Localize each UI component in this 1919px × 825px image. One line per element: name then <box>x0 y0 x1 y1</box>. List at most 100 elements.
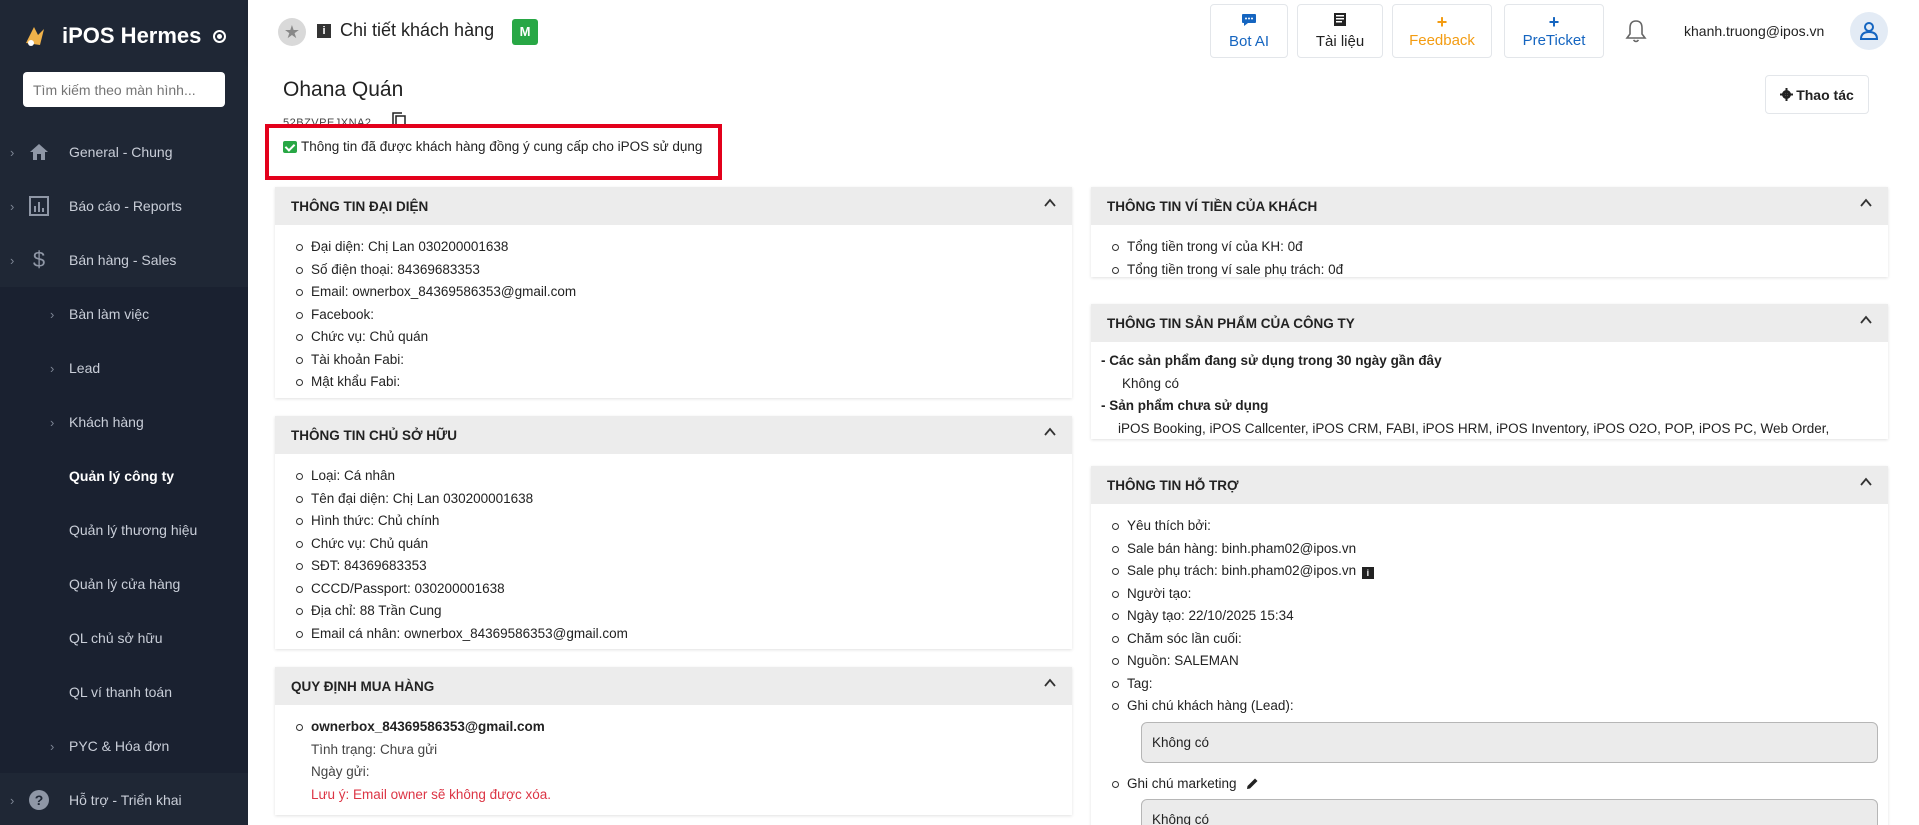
feedback-button[interactable]: + Feedback <box>1392 4 1492 58</box>
sidebar-item-reports[interactable]: › Báo cáo - Reports <box>0 179 248 233</box>
list-item: Email: ownerbox_84369586353@gmail.com <box>295 281 1072 304</box>
preticket-label: PreTicket <box>1522 31 1586 49</box>
card-title: THÔNG TIN SẢN PHẨM CỦA CÔNG TY <box>1107 315 1355 331</box>
unused-heading: - Sản phẩm chưa sử dụng <box>1101 398 1269 413</box>
sidebar-item-lead[interactable]: › Lead <box>0 341 248 395</box>
brand-logo-icon <box>26 27 44 46</box>
sidebar-search-input[interactable] <box>23 72 225 107</box>
card-header[interactable]: THÔNG TIN HỖ TRỢ <box>1091 466 1888 504</box>
chevron-down-icon: › <box>10 252 15 268</box>
help-icon: ? <box>28 789 50 811</box>
sidebar: iPOS Hermes › General - Chung › Báo cáo … <box>0 0 248 825</box>
bot-ai-button[interactable]: Bot AI <box>1210 4 1288 58</box>
sidebar-item-sales[interactable]: › $ Bán hàng - Sales <box>0 233 248 287</box>
plus-icon: + <box>1436 11 1448 32</box>
sidebar-item-support[interactable]: › ? Hỗ trợ - Triển khai <box>0 773 248 825</box>
unused-value: iPOS Booking, iPOS Callcenter, iPOS CRM,… <box>1118 420 1830 436</box>
marketing-note-field[interactable]: Không có <box>1141 799 1878 825</box>
sidebar-item-store-management[interactable]: Quản lý cửa hàng <box>0 557 248 611</box>
card-header[interactable]: QUY ĐỊNH MUA HÀNG <box>275 667 1072 705</box>
sidebar-item-invoices[interactable]: › PYC & Hóa đơn <box>0 719 248 773</box>
favorite-star-icon[interactable]: ★ <box>278 18 306 46</box>
company-name: Ohana Quán <box>283 78 404 101</box>
card-header[interactable]: THÔNG TIN SẢN PHẨM CỦA CÔNG TY <box>1091 304 1888 342</box>
sales-submenu: › Bàn làm việc › Lead › Khách hàng Quản … <box>0 287 248 773</box>
home-icon <box>28 141 50 163</box>
list-item: Sale bán hàng: binh.pham02@ipos.vn <box>1111 538 1888 561</box>
list-item: Ghi chú khách hàng (Lead): <box>1111 695 1888 718</box>
sidebar-item-owner-management[interactable]: QL chủ sở hữu <box>0 611 248 665</box>
actions-button[interactable]: Thao tác <box>1765 75 1869 114</box>
card-header[interactable]: THÔNG TIN VÍ TIỀN CỦA KHÁCH <box>1091 187 1888 225</box>
sidebar-item-brand-management[interactable]: Quản lý thương hiệu <box>0 503 248 557</box>
list-item: Tổng tiền trong ví của KH: 0đ <box>1111 236 1888 259</box>
card-header[interactable]: THÔNG TIN ĐẠI DIỆN <box>275 187 1072 225</box>
sidebar-item-customers[interactable]: › Khách hàng <box>0 395 248 449</box>
list-item: Facebook: <box>295 304 1072 327</box>
list-item: Ngày tạo: 22/10/2025 15:34 <box>1111 605 1888 628</box>
sidebar-item-workspace[interactable]: › Bàn làm việc <box>0 287 248 341</box>
chevron-up-icon[interactable] <box>1044 197 1056 209</box>
sidebar-item-label: General - Chung <box>69 144 173 160</box>
docs-button[interactable]: Tài liệu <box>1297 4 1383 58</box>
user-email[interactable]: khanh.truong@ipos.vn <box>1684 23 1824 39</box>
chevron-up-icon[interactable] <box>1044 677 1056 689</box>
main-content: Ohana Quán 52BZVPEJXNA2 Thông tin đã đượ… <box>248 62 1919 825</box>
brand[interactable]: iPOS Hermes <box>0 0 248 72</box>
list-item: Tổng tiền trong ví sale phụ trách: 0đ <box>1111 259 1888 282</box>
list-item: Hình thức: Chủ chính <box>295 510 1072 533</box>
sidebar-item-general[interactable]: › General - Chung <box>0 125 248 179</box>
sidebar-item-label: Lead <box>69 360 101 376</box>
topbar: ★ i Chi tiết khách hàng M Bot AI Tài liệ… <box>248 0 1919 62</box>
list-item: Mật khẩu Fabi: <box>295 371 1072 394</box>
book-icon <box>1333 12 1347 31</box>
consent-text: Thông tin đã được khách hàng đồng ý cung… <box>301 139 703 154</box>
info-icon[interactable]: i <box>1361 567 1374 579</box>
owner-card: THÔNG TIN CHỦ SỞ HỮU Loại: Cá nhân Tên đ… <box>275 416 1072 649</box>
sent-date-text: Ngày gửi: <box>311 764 370 779</box>
sidebar-item-label: Quản lý công ty <box>69 468 175 484</box>
card-title: THÔNG TIN VÍ TIỀN CỦA KHÁCH <box>1107 198 1318 214</box>
chevron-right-icon: › <box>50 414 55 430</box>
avatar[interactable] <box>1850 12 1888 50</box>
gear-icon <box>1780 88 1794 101</box>
chat-icon <box>1241 13 1257 31</box>
sidebar-item-wallet-management[interactable]: QL ví thanh toán <box>0 665 248 719</box>
check-icon <box>283 140 297 153</box>
list-item: Email cá nhân: ownerbox_84369586353@gmai… <box>295 623 1072 646</box>
feedback-label: Feedback <box>1409 31 1475 49</box>
sidebar-item-label: Quản lý cửa hàng <box>69 576 181 592</box>
sale-in-charge-text: Sale phụ trách: binh.pham02@ipos.vn <box>1127 563 1357 578</box>
radio-icon[interactable] <box>213 29 227 43</box>
bar-chart-icon <box>28 195 50 217</box>
info-icon[interactable]: i <box>317 24 331 38</box>
svg-text:?: ? <box>35 792 44 808</box>
sidebar-item-company-management[interactable]: Quản lý công ty <box>0 449 248 503</box>
sidebar-item-label: QL chủ sở hữu <box>69 630 163 646</box>
docs-label: Tài liệu <box>1315 33 1365 50</box>
chevron-right-icon: › <box>10 144 15 160</box>
card-header[interactable]: THÔNG TIN CHỦ SỞ HỮU <box>275 416 1072 454</box>
dollar-icon: $ <box>32 247 46 272</box>
bell-icon[interactable] <box>1623 18 1649 44</box>
mode-badge[interactable]: M <box>512 19 538 45</box>
chevron-up-icon[interactable] <box>1860 197 1872 209</box>
sidebar-item-label: Quản lý thương hiệu <box>69 522 198 538</box>
chevron-up-icon[interactable] <box>1860 314 1872 326</box>
owner-email: ownerbox_84369586353@gmail.com <box>295 716 1072 739</box>
card-title: QUY ĐỊNH MUA HÀNG <box>291 678 435 694</box>
chevron-up-icon[interactable] <box>1044 426 1056 438</box>
user-icon <box>1859 22 1879 40</box>
actions-label: Thao tác <box>1796 86 1854 103</box>
preticket-button[interactable]: + PreTicket <box>1504 4 1604 58</box>
lead-note-field[interactable]: Không có <box>1141 721 1878 763</box>
list-item: Chăm sóc lần cuối: <box>1111 628 1888 651</box>
chevron-up-icon[interactable] <box>1860 476 1872 488</box>
list-item: Chức vụ: Chủ quán <box>295 326 1072 349</box>
pencil-icon[interactable] <box>1246 777 1259 790</box>
wallet-card: THÔNG TIN VÍ TIỀN CỦA KHÁCH Tổng tiền tr… <box>1091 187 1888 277</box>
card-title: THÔNG TIN HỖ TRỢ <box>1107 477 1239 493</box>
brand-name: iPOS Hermes <box>62 23 202 48</box>
warning-note: Lưu ý: Email owner sẽ không được xóa. <box>311 786 552 802</box>
list-item: Yêu thích bởi: <box>1111 515 1888 538</box>
